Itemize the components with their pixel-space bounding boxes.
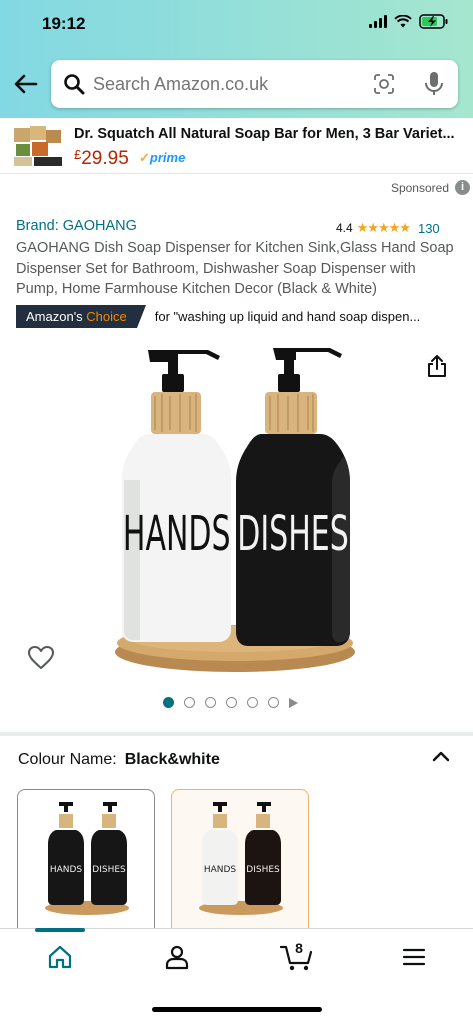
chevron-up-icon[interactable] (431, 749, 451, 763)
share-icon[interactable] (426, 354, 448, 378)
rating-value: 4.4 (336, 221, 353, 235)
swatch-black-white-image: HANDS DISHES (199, 802, 283, 915)
status-time: 19:12 (42, 14, 86, 33)
rating-summary[interactable]: 4.4 ★★★★★ 130 (336, 220, 440, 236)
carousel-dot[interactable] (184, 697, 195, 708)
header: 19:12 (0, 0, 473, 118)
ad-price-value: 29.95 (81, 148, 129, 169)
back-arrow-icon[interactable] (12, 70, 40, 98)
carousel-dot[interactable] (247, 697, 258, 708)
amazons-choice-badge[interactable]: Amazon's Choice for "washing up liquid a… (16, 305, 455, 328)
product-image[interactable]: HANDS DISHES (110, 340, 360, 675)
carousel-dot[interactable] (205, 697, 216, 708)
bottle-label-hands: HANDS (123, 507, 231, 562)
sponsored-label: Sponsored (390, 181, 449, 195)
home-icon[interactable] (47, 944, 73, 970)
section-divider (0, 732, 473, 736)
star-rating-icon: ★★★★★ (356, 220, 411, 235)
home-indicator-bar (152, 1007, 322, 1012)
brand-link[interactable]: Brand: GAOHANG (16, 218, 137, 234)
ad-price: £29.95 (74, 147, 129, 170)
sponsored-ad-banner[interactable]: Dr. Squatch All Natural Soap Bar for Men… (0, 118, 473, 174)
choice-badge-query: for "washing up liquid and hand soap dis… (154, 309, 421, 324)
product-title: GAOHANG Dish Soap Dispenser for Kitchen … (16, 240, 454, 297)
status-icons (369, 14, 449, 29)
wishlist-heart-icon[interactable] (27, 645, 55, 671)
account-icon[interactable] (164, 944, 190, 970)
carousel-dot[interactable] (226, 697, 237, 708)
carousel-dot[interactable] (268, 697, 279, 708)
swatch-label-hands: HANDS (204, 865, 237, 875)
swatch-black-image: HANDS DISHES (45, 802, 129, 915)
colour-swatch-black-white[interactable]: HANDS DISHES (171, 789, 309, 939)
rating-count[interactable]: 130 (418, 221, 440, 236)
camera-lens-icon[interactable] (373, 73, 395, 95)
cellular-signal-icon (369, 15, 387, 28)
prime-check-icon: ✓ (139, 150, 150, 165)
choice-badge-label: Amazon's Choice (16, 305, 146, 328)
menu-hamburger-icon[interactable] (401, 944, 427, 970)
microphone-icon[interactable] (424, 71, 444, 97)
video-play-icon[interactable] (289, 697, 298, 708)
search-input[interactable] (93, 60, 353, 108)
wifi-icon (394, 15, 412, 28)
swatch-label-dishes: DISHES (246, 865, 280, 875)
swatch-label-hands: HANDS (50, 865, 83, 875)
ad-product-thumbnail (14, 126, 62, 166)
search-icon (64, 74, 85, 95)
bottle-label-dishes: DISHES (237, 507, 349, 562)
search-bar[interactable] (51, 60, 458, 108)
prime-badge: ✓prime (139, 150, 186, 165)
colour-selector-label: Colour Name: Black&white (18, 751, 220, 768)
colour-swatch-black[interactable]: HANDS DISHES (17, 789, 155, 939)
swatch-label-dishes: DISHES (92, 865, 126, 875)
carousel-dot[interactable] (163, 697, 174, 708)
cart-count-badge: 8 (295, 940, 303, 956)
image-carousel-dots[interactable] (163, 697, 298, 708)
active-tab-indicator (35, 928, 85, 932)
battery-charging-icon (419, 14, 448, 29)
colour-selected-value: Black&white (124, 751, 220, 768)
info-icon[interactable]: i (455, 180, 470, 195)
ad-title[interactable]: Dr. Squatch All Natural Soap Bar for Men… (74, 126, 464, 142)
